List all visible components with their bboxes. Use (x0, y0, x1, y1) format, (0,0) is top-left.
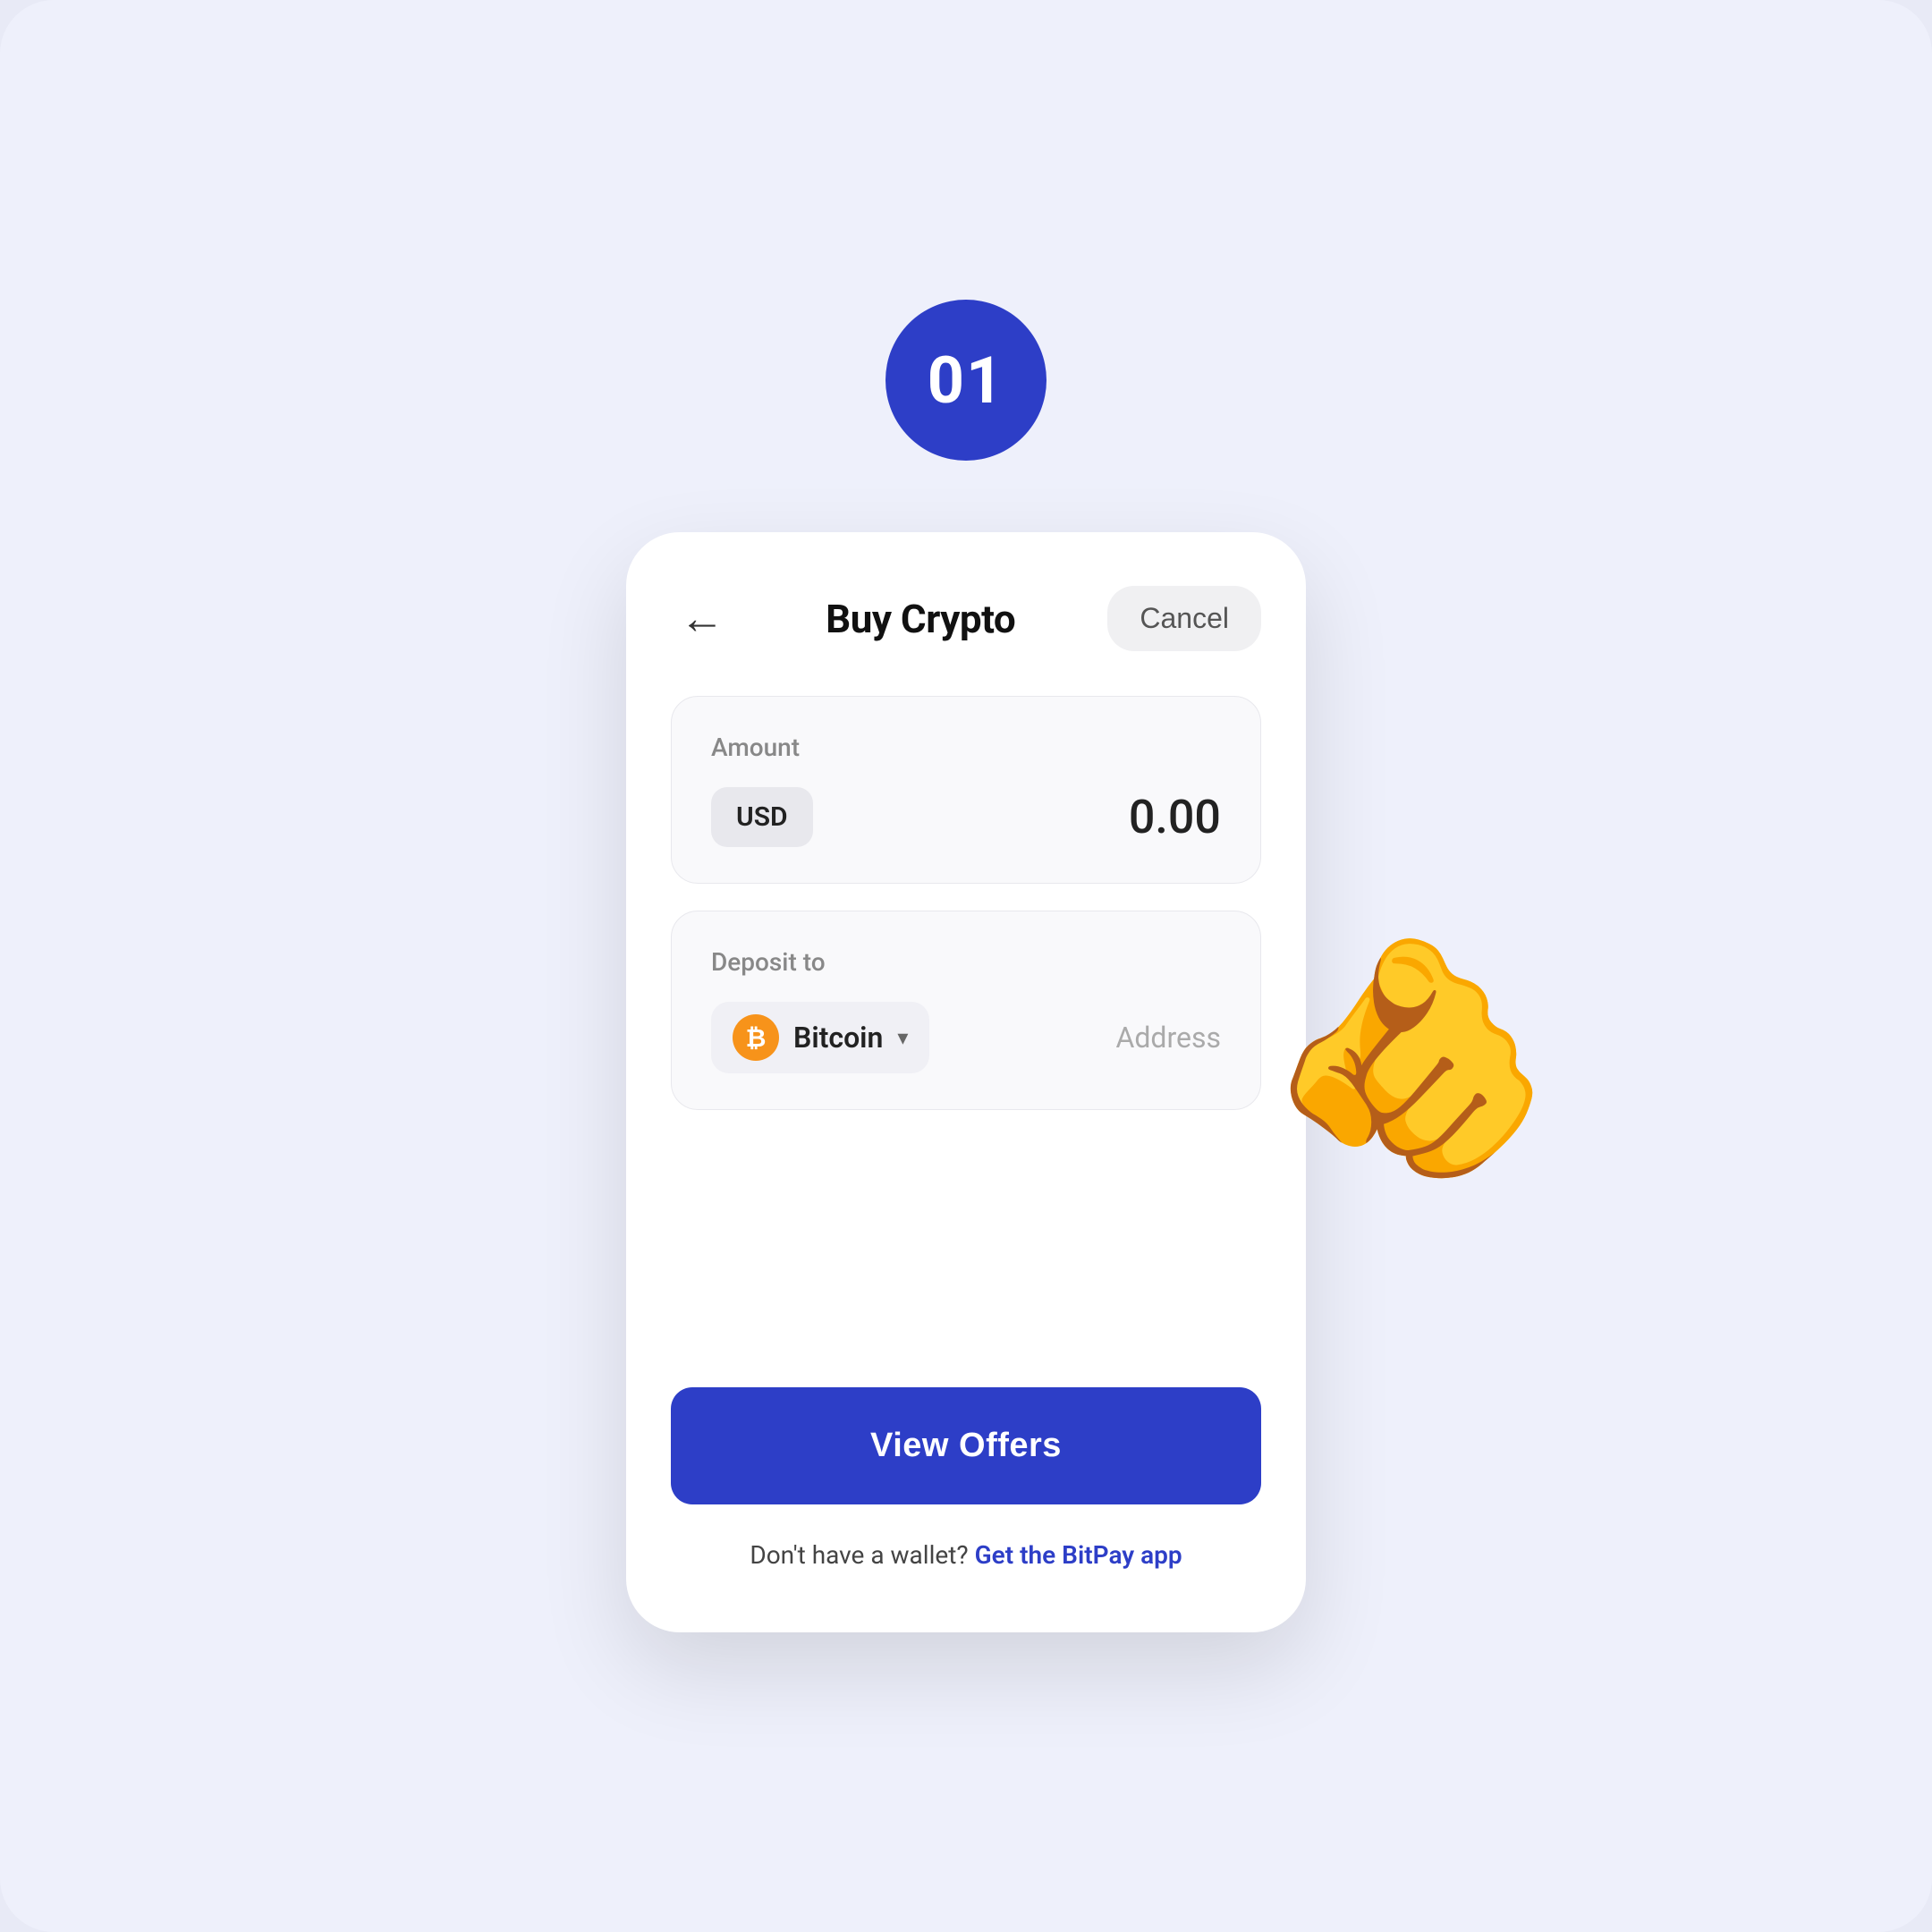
crypto-name: Bitcoin (793, 1021, 883, 1055)
deposit-row: ₿ Bitcoin ▾ Address (711, 1002, 1221, 1073)
back-button[interactable]: ← (671, 588, 733, 650)
wallet-prompt-text: Don't have a wallet? (750, 1540, 968, 1570)
bitcoin-icon: ₿ (733, 1014, 779, 1061)
view-offers-button[interactable]: View Offers (671, 1387, 1261, 1504)
chevron-down-icon: ▾ (897, 1025, 908, 1050)
address-field[interactable]: Address (1115, 1021, 1221, 1055)
hand-decoration: 🫵 (1267, 943, 1556, 1175)
phone-wrapper: ← Buy Crypto Cancel Amount USD 0.00 Depo… (626, 532, 1306, 1632)
phone-card: ← Buy Crypto Cancel Amount USD 0.00 Depo… (626, 532, 1306, 1632)
back-arrow-icon: ← (680, 597, 724, 641)
amount-row: USD 0.00 (711, 787, 1221, 847)
page-title: Buy Crypto (826, 596, 1015, 642)
crypto-selector[interactable]: ₿ Bitcoin ▾ (711, 1002, 929, 1073)
step-badge: 01 (886, 300, 1046, 461)
wallet-prompt-row: Don't have a wallet? Get the BitPay app (671, 1540, 1261, 1570)
step-number: 01 (928, 343, 1005, 419)
amount-section: Amount USD 0.00 (671, 696, 1261, 884)
currency-selector[interactable]: USD (711, 787, 813, 847)
amount-label: Amount (711, 733, 1221, 762)
pointing-hand-icon: 🫵 (1267, 943, 1556, 1175)
phone-header: ← Buy Crypto Cancel (671, 586, 1261, 651)
page-background: 01 ← Buy Crypto Cancel Amount USD 0.00 (0, 0, 1932, 1932)
amount-value[interactable]: 0.00 (1129, 790, 1221, 844)
get-bitpay-link[interactable]: Get the BitPay app (975, 1540, 1182, 1570)
spacer (671, 1137, 1261, 1387)
deposit-label: Deposit to (711, 947, 1221, 977)
cancel-button[interactable]: Cancel (1107, 586, 1261, 651)
deposit-section: Deposit to ₿ Bitcoin ▾ Address (671, 911, 1261, 1110)
